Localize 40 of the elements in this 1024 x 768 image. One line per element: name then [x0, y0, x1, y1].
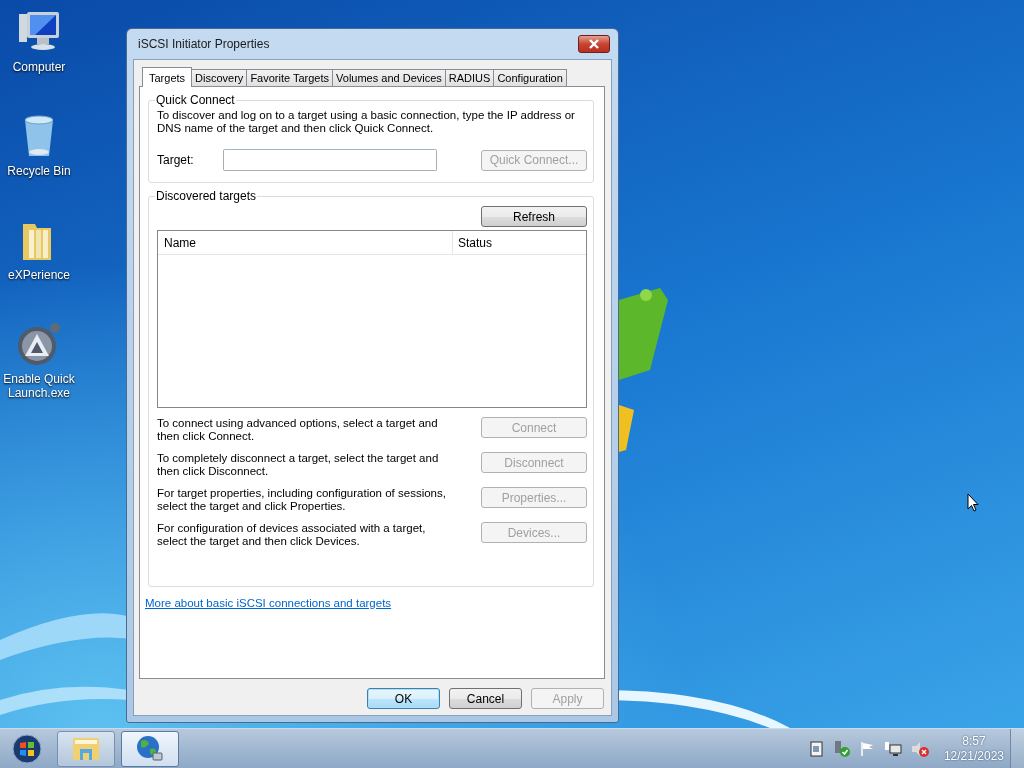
app-icon[interactable]: [15, 320, 63, 368]
mouse-cursor-icon: [967, 493, 979, 512]
taskbar-button[interactable]: [121, 731, 179, 767]
globe-icon: [135, 735, 165, 763]
instruction-text: To connect using advanced options, select a target and then click Connect.: [157, 417, 439, 443]
tab[interactable]: Volumes and Devices: [332, 69, 446, 86]
tab[interactable]: Discovery: [191, 69, 248, 86]
desktop-icon-label[interactable]: Recycle Bin: [1, 164, 77, 178]
instruction-text: For configuration of devices associated with a target, select the target and then click Devices.: [157, 522, 427, 548]
show-desktop-button[interactable]: [1010, 729, 1024, 768]
tab[interactable]: Targets: [142, 67, 193, 87]
tab[interactable]: Favorite Targets: [246, 69, 334, 86]
desktop-icon-label[interactable]: Computer: [1, 60, 77, 74]
group-title: Quick Connect: [155, 93, 236, 107]
description-text: To discover and log on to a target using a basic connection, type the IP address or DNS name of the target and then click Quick Connect.: [157, 109, 576, 135]
document-icon[interactable]: [809, 740, 824, 757]
refresh-button[interactable]: Refresh: [481, 206, 587, 227]
target-field[interactable]: [223, 149, 437, 171]
tab[interactable]: RADIUS: [444, 69, 495, 86]
close-icon: [588, 39, 600, 49]
group-title: Discovered targets: [155, 189, 258, 203]
desktop-icon-label[interactable]: eXPerience: [1, 268, 77, 282]
help-link[interactable]: More about basic iSCSI connections and targets: [145, 597, 392, 609]
target-label: Target:: [157, 153, 195, 167]
network-icon[interactable]: [883, 740, 902, 757]
instruction-text: To completely disconnect a target, select the target and then click Disconnect.: [157, 452, 440, 478]
folder-icon: [71, 736, 101, 762]
tab[interactable]: Configuration: [493, 69, 567, 86]
clock-date: 12/21/2023: [943, 748, 1004, 764]
instruction-text: For target properties, including configuration of sessions, select the target and click Properties.: [157, 487, 447, 513]
taskbar-button[interactable]: [57, 731, 115, 767]
dialog-button[interactable]: Cancel: [449, 688, 522, 709]
targets-list[interactable]: Name Status: [157, 230, 587, 408]
column-header[interactable]: Status: [453, 231, 586, 254]
clock-time: 8:57: [962, 733, 986, 749]
window-title: iSCSI Initiator Properties: [137, 37, 270, 51]
desktop-icon-label[interactable]: Enable Quick Launch.exe: [1, 372, 77, 400]
column-header[interactable]: Name: [158, 231, 453, 254]
close-button[interactable]: [578, 35, 610, 53]
dialog-button[interactable]: OK: [367, 688, 440, 709]
